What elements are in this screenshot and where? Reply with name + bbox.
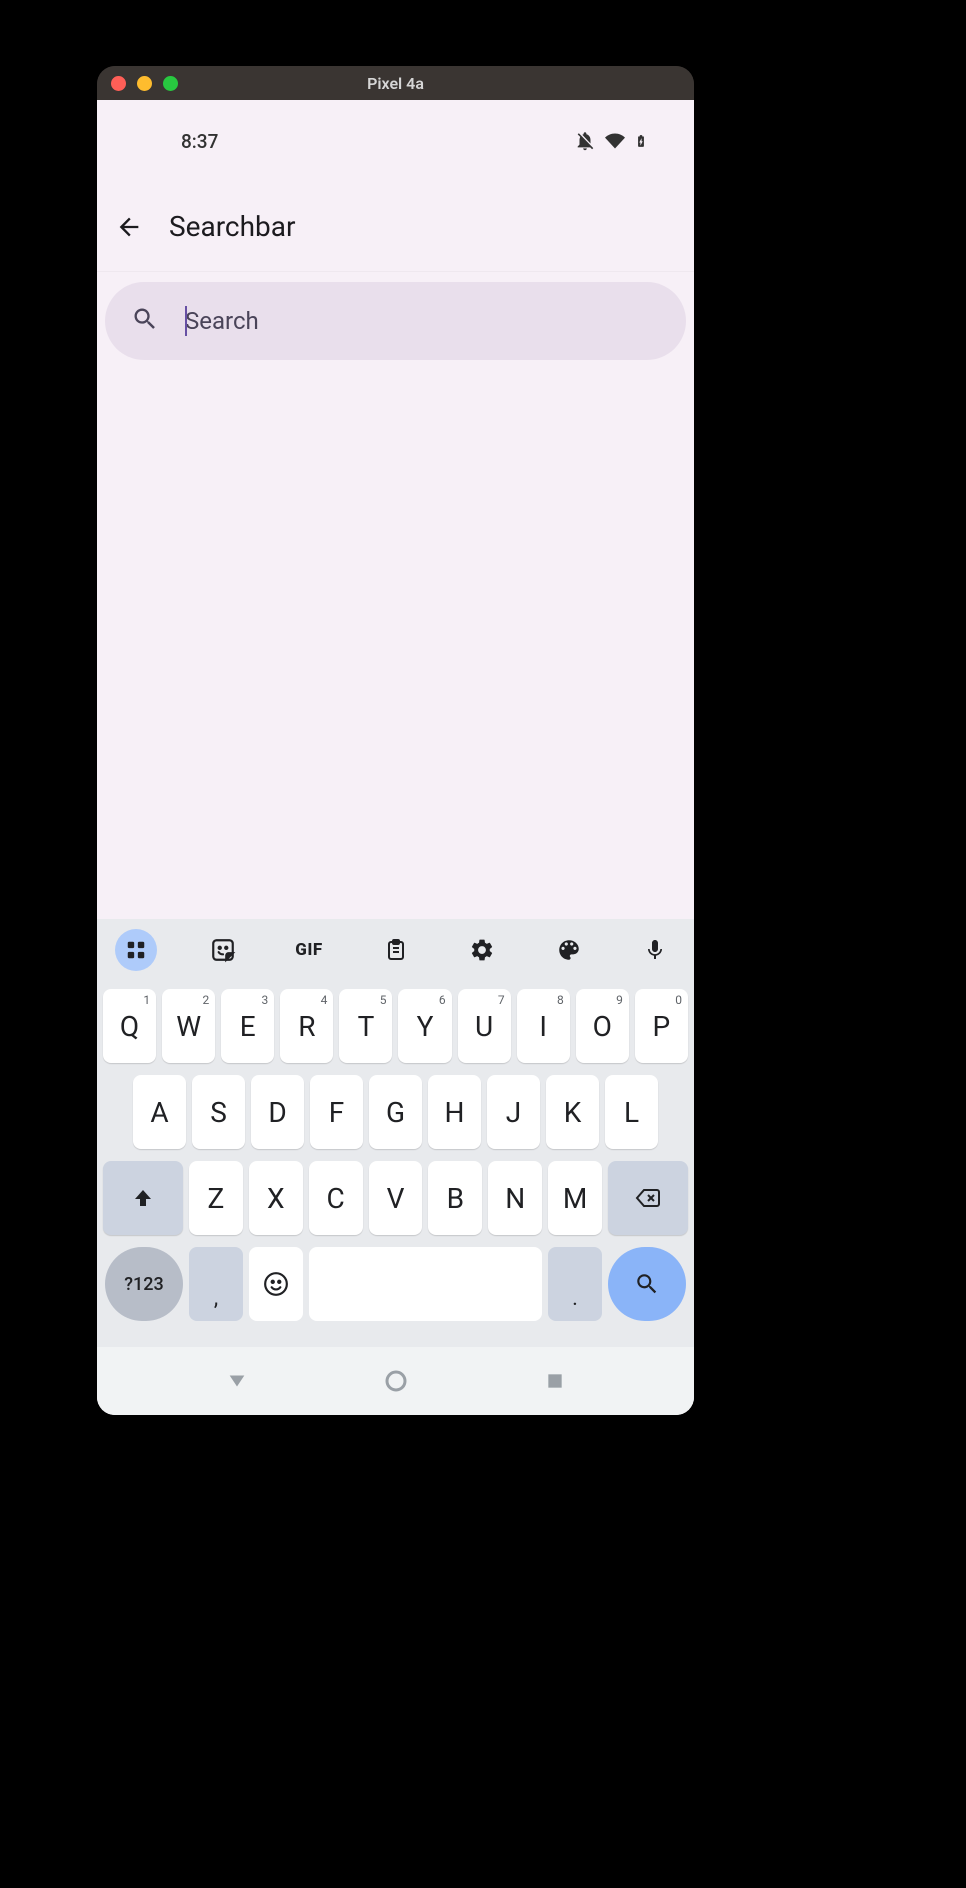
- key-f[interactable]: F: [310, 1075, 363, 1149]
- key-a[interactable]: A: [133, 1075, 186, 1149]
- key-e[interactable]: E3: [221, 989, 274, 1063]
- key-h[interactable]: H: [428, 1075, 481, 1149]
- backspace-icon: [633, 1186, 663, 1210]
- content-area: [97, 370, 694, 919]
- key-c[interactable]: C: [309, 1161, 363, 1235]
- triangle-down-icon: [226, 1370, 248, 1392]
- key-k[interactable]: K: [546, 1075, 599, 1149]
- status-time: 8:37: [181, 130, 218, 153]
- gear-icon: [469, 937, 495, 963]
- key-l[interactable]: L: [605, 1075, 658, 1149]
- key-b[interactable]: B: [428, 1161, 482, 1235]
- nav-back-button[interactable]: [222, 1366, 252, 1396]
- key-shift[interactable]: [103, 1161, 183, 1235]
- key-z[interactable]: Z: [189, 1161, 243, 1235]
- key-s[interactable]: S: [192, 1075, 245, 1149]
- search-icon: [634, 1271, 660, 1297]
- key-d[interactable]: D: [251, 1075, 304, 1149]
- mic-icon: [643, 938, 667, 962]
- search-input[interactable]: [185, 307, 660, 335]
- search-icon: [131, 305, 159, 337]
- key-x[interactable]: X: [249, 1161, 303, 1235]
- dnd-off-icon: [574, 130, 596, 152]
- android-nav-bar: [97, 1347, 694, 1415]
- kb-sticker-button[interactable]: [202, 929, 244, 971]
- key-r[interactable]: R4: [280, 989, 333, 1063]
- page-title: Searchbar: [169, 210, 295, 243]
- keyboard-row-4: ?123 , .: [101, 1247, 690, 1335]
- text-cursor: [185, 306, 187, 336]
- battery-charging-icon: [634, 130, 648, 152]
- key-t[interactable]: T5: [339, 989, 392, 1063]
- mac-titlebar: Pixel 4a: [97, 66, 694, 100]
- emulator-window: Pixel 4a 8:37 Searchbar: [97, 66, 694, 1415]
- key-m[interactable]: M: [548, 1161, 602, 1235]
- apps-icon: [125, 939, 147, 961]
- sticker-icon: [210, 937, 236, 963]
- kb-settings-button[interactable]: [461, 929, 503, 971]
- app-bar: Searchbar: [97, 182, 694, 272]
- keyboard-row-2: A S D F G H J K L: [101, 1075, 690, 1149]
- search-area: [97, 272, 694, 370]
- status-bar: 8:37: [97, 100, 694, 182]
- key-v[interactable]: V: [369, 1161, 423, 1235]
- palette-icon: [556, 937, 582, 963]
- keyboard-row-1: Q1 W2 E3 R4 T5 Y6 U7 I8 O9 P0: [101, 989, 690, 1063]
- key-j[interactable]: J: [487, 1075, 540, 1149]
- kb-apps-button[interactable]: [115, 929, 157, 971]
- key-emoji[interactable]: [249, 1247, 303, 1321]
- window-minimize-button[interactable]: [137, 76, 152, 91]
- status-icons: [574, 130, 648, 152]
- key-n[interactable]: N: [488, 1161, 542, 1235]
- square-icon: [545, 1371, 565, 1391]
- key-period[interactable]: .: [548, 1247, 602, 1321]
- arrow-back-icon: [115, 213, 143, 241]
- keyboard-toolbar: GIF: [97, 919, 694, 981]
- gif-label: GIF: [295, 940, 322, 960]
- window-close-button[interactable]: [111, 76, 126, 91]
- key-q[interactable]: Q1: [103, 989, 156, 1063]
- keyboard: GIF Q1 W2 E3: [97, 919, 694, 1415]
- nav-home-button[interactable]: [381, 1366, 411, 1396]
- back-button[interactable]: [111, 209, 147, 245]
- key-space[interactable]: [309, 1247, 542, 1321]
- key-g[interactable]: G: [369, 1075, 422, 1149]
- circle-icon: [384, 1369, 408, 1393]
- key-enter[interactable]: [608, 1247, 686, 1321]
- nav-recents-button[interactable]: [540, 1366, 570, 1396]
- key-u[interactable]: U7: [458, 989, 511, 1063]
- emoji-icon: [263, 1271, 289, 1297]
- kb-gif-button[interactable]: GIF: [288, 929, 330, 971]
- kb-clipboard-button[interactable]: [375, 929, 417, 971]
- shift-icon: [131, 1186, 155, 1210]
- wifi-icon: [604, 131, 626, 151]
- device-screen: 8:37 Searchbar: [97, 100, 694, 1415]
- key-comma[interactable]: ,: [189, 1247, 243, 1321]
- kb-theme-button[interactable]: [548, 929, 590, 971]
- key-backspace[interactable]: [608, 1161, 688, 1235]
- key-o[interactable]: O9: [576, 989, 629, 1063]
- kb-mic-button[interactable]: [634, 929, 676, 971]
- keyboard-rows: Q1 W2 E3 R4 T5 Y6 U7 I8 O9 P0 A S D F G: [97, 981, 694, 1347]
- key-symbols[interactable]: ?123: [105, 1247, 183, 1321]
- window-zoom-button[interactable]: [163, 76, 178, 91]
- key-i[interactable]: I8: [517, 989, 570, 1063]
- key-w[interactable]: W2: [162, 989, 215, 1063]
- clipboard-icon: [384, 938, 408, 962]
- traffic-lights: [111, 76, 178, 91]
- key-p[interactable]: P0: [635, 989, 688, 1063]
- window-title: Pixel 4a: [367, 74, 424, 93]
- keyboard-row-3: Z X C V B N M: [101, 1161, 690, 1235]
- searchbar[interactable]: [105, 282, 686, 360]
- key-y[interactable]: Y6: [398, 989, 451, 1063]
